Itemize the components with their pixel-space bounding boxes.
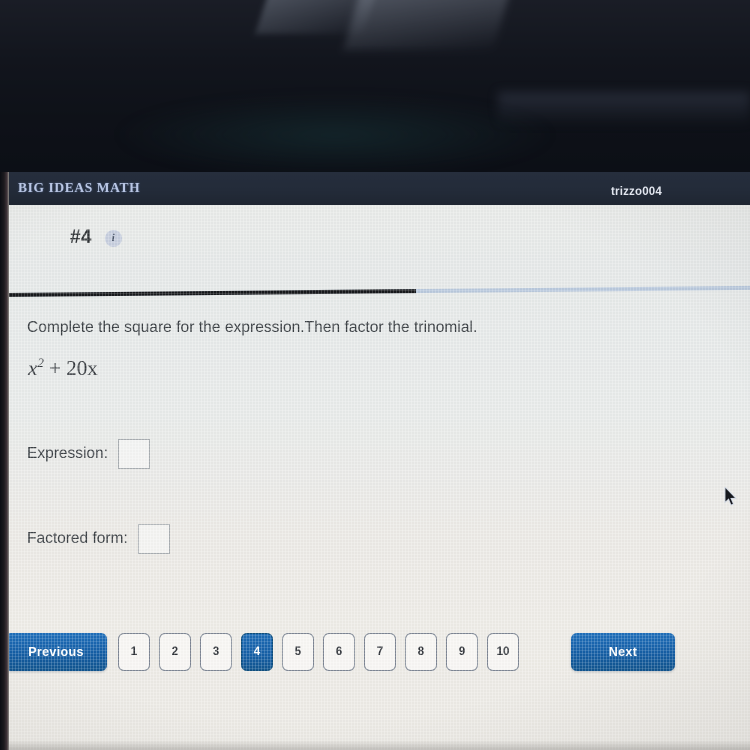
question-prompt: Complete the square for the expression.T… — [27, 319, 478, 336]
page-button-10[interactable]: 10 — [487, 633, 519, 671]
question-header-row: #4 i — [70, 227, 122, 249]
expression-input[interactable] — [117, 439, 150, 469]
expression-label: Expression: — [27, 445, 108, 462]
page-button-8[interactable]: 8 — [405, 633, 437, 671]
page-button-5[interactable]: 5 — [282, 633, 314, 671]
question-content-panel: #4 i Complete the square for the express… — [0, 205, 750, 750]
user-account-label[interactable]: trizzo004 — [611, 186, 662, 198]
screen-bezel-bottom — [0, 740, 750, 750]
expression-term: 20x — [66, 356, 98, 380]
photo-edge-light — [498, 92, 750, 126]
progress-bar-track — [7, 285, 750, 297]
factored-form-input[interactable] — [137, 524, 170, 554]
photo-screen-glow — [120, 96, 550, 174]
page-button-6[interactable]: 6 — [323, 633, 355, 671]
progress-bar-fill — [7, 289, 417, 297]
page-number-list: 1 2 3 4 5 6 7 8 9 10 — [118, 633, 519, 671]
math-expression: x2 + 20x — [28, 355, 98, 381]
page-button-3[interactable]: 3 — [200, 633, 232, 671]
photo-glare-streak — [343, 0, 511, 50]
factored-form-label: Factored form: — [27, 530, 128, 547]
expression-answer-row: Expression: — [27, 439, 150, 469]
factored-form-answer-row: Factored form: — [27, 524, 170, 554]
page-button-1[interactable]: 1 — [118, 633, 150, 671]
expression-operator: + — [49, 356, 61, 380]
page-button-7[interactable]: 7 — [364, 633, 396, 671]
previous-button[interactable]: Previous — [5, 633, 107, 671]
question-number-label: #4 — [70, 227, 92, 248]
screenshot-root: BIG IDEAS MATH trizzo004 #4 i Complete t… — [0, 0, 750, 750]
app-header-bar: BIG IDEAS MATH trizzo004 — [0, 172, 750, 205]
pagination-bar: Previous 1 2 3 4 5 6 7 8 9 10 Next — [0, 623, 750, 683]
next-button[interactable]: Next — [571, 633, 675, 671]
photo-dark-background — [0, 0, 750, 174]
page-button-9[interactable]: 9 — [446, 633, 478, 671]
info-icon[interactable]: i — [104, 229, 122, 247]
brand-logo[interactable]: BIG IDEAS MATH — [18, 180, 140, 196]
page-button-2[interactable]: 2 — [159, 633, 191, 671]
expression-base: x — [28, 356, 38, 380]
page-button-4[interactable]: 4 — [241, 633, 273, 671]
screen-bezel-left — [0, 172, 9, 750]
application-window: BIG IDEAS MATH trizzo004 #4 i Complete t… — [0, 172, 750, 750]
